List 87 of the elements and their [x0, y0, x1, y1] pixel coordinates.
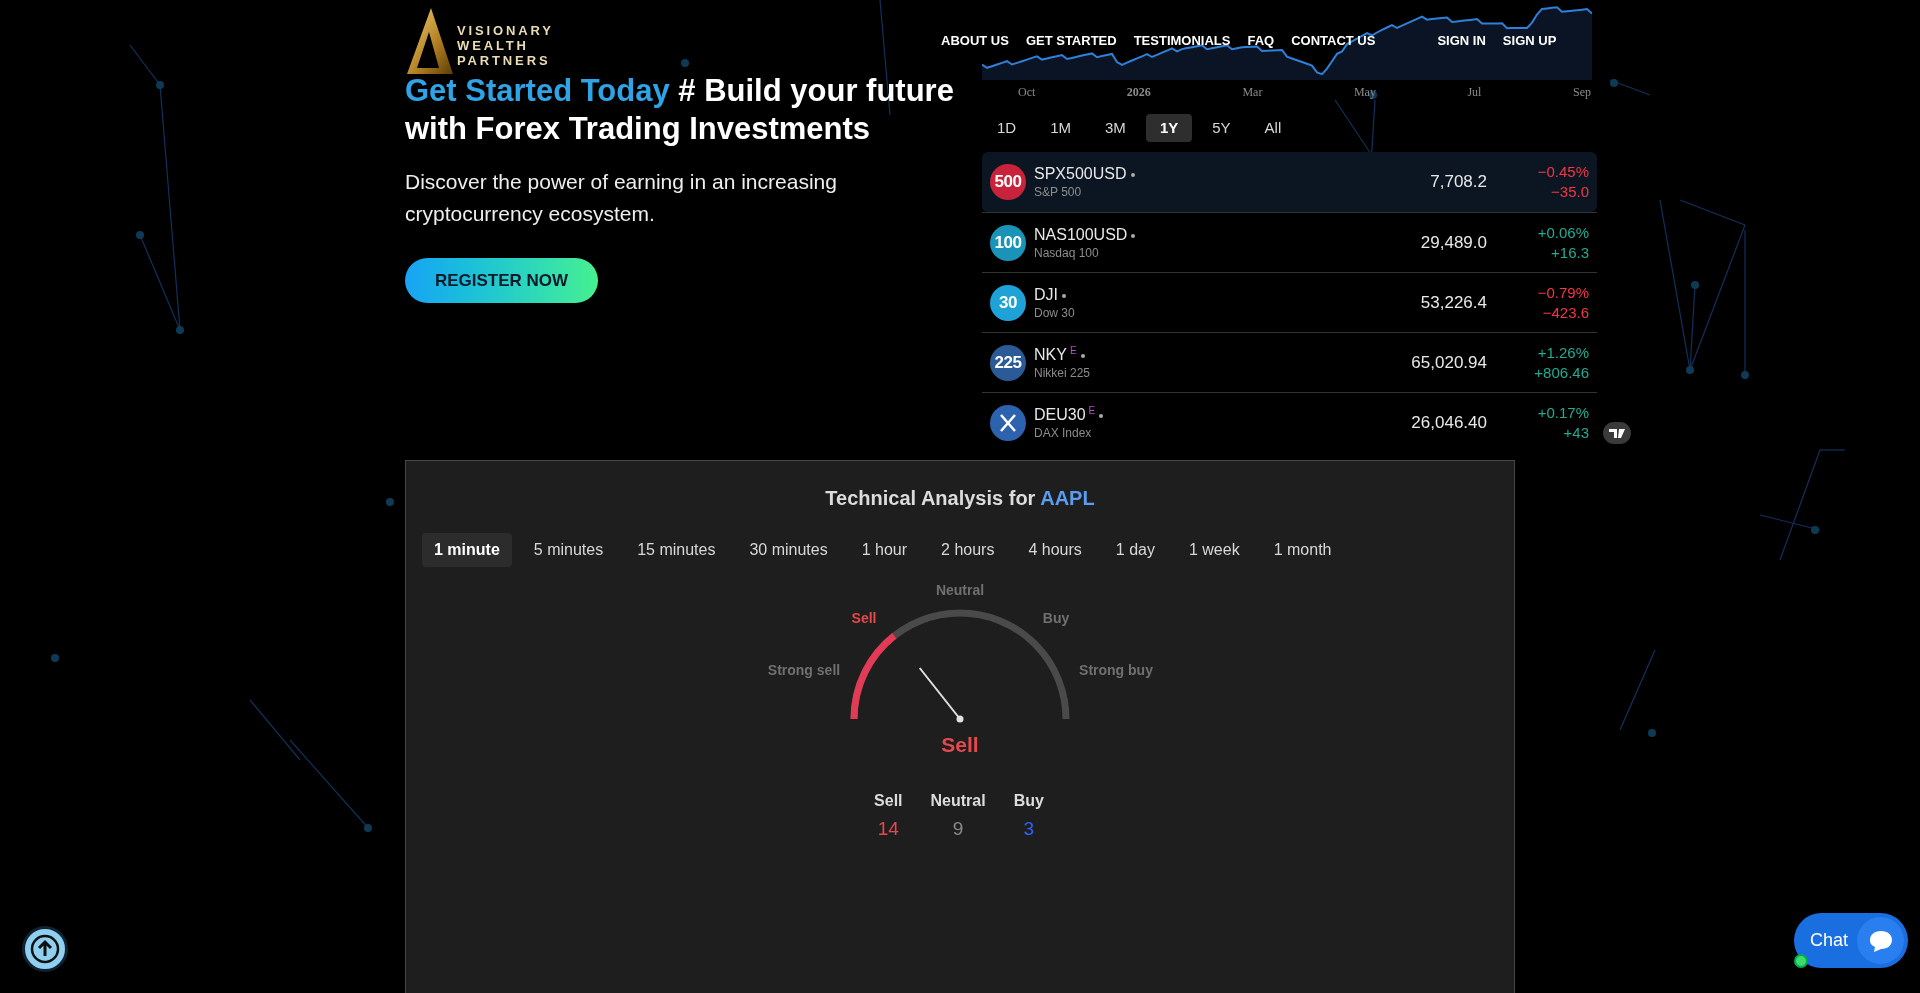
percent-change: −0.79% — [1537, 282, 1589, 303]
gauge-label: Strong buy — [1079, 660, 1153, 680]
axis-label: 2026 — [1126, 84, 1151, 101]
axis-label: Jul — [1467, 84, 1482, 101]
interval-tab[interactable]: 1 week — [1176, 533, 1252, 567]
logo-text: WEALTH — [457, 38, 530, 53]
arrow-up-icon — [30, 934, 60, 964]
rating-result: Sell — [941, 732, 979, 759]
axis-label: Sep — [1573, 84, 1591, 101]
index-badge: 100 — [990, 224, 1026, 261]
chat-button[interactable]: Chat — [1794, 913, 1908, 968]
register-button[interactable]: REGISTER NOW — [405, 258, 598, 303]
symbol-text: NKY — [1034, 344, 1067, 365]
interval-tab[interactable]: 15 minutes — [625, 533, 728, 567]
index-name: Nasdaq 100 — [1034, 244, 1100, 261]
hero-heading: Get Started Today # Build your future with Forex Trading Investments — [405, 72, 955, 148]
nav-link[interactable]: SIGN UP — [1502, 31, 1557, 51]
index-name: Nikkei 225 — [1034, 364, 1091, 381]
interval-tab[interactable]: 1 minute — [422, 533, 512, 567]
panel-title: Technical Analysis for AAPL — [825, 486, 1095, 511]
index-badge: 500 — [990, 164, 1026, 200]
interval-tab[interactable]: 1 month — [1261, 533, 1344, 567]
axis-label: Oct — [1018, 84, 1036, 101]
gauge-label: Buy — [1042, 608, 1070, 628]
price-text: 65,020.94 — [1410, 351, 1487, 374]
price-text: 7,708.2 — [1429, 171, 1487, 194]
price-text: 53,226.4 — [1419, 291, 1487, 314]
hero-subtitle: Discover the power of earning in an increasing cryptocurrency ecosystem. — [405, 169, 838, 227]
cross-logo-icon — [990, 404, 1026, 441]
count-label: Buy — [1013, 791, 1044, 811]
speech-bubble-icon — [1857, 917, 1904, 964]
index-name: DAX Index — [1034, 424, 1093, 441]
percent-change: +0.17% — [1537, 402, 1589, 423]
percent-change: +1.26% — [1537, 342, 1589, 363]
axis-label: May — [1353, 84, 1376, 101]
value-change: −35.0 — [1551, 182, 1589, 202]
range-tab[interactable]: 1Y — [1145, 114, 1193, 142]
percent-change: +0.06% — [1537, 222, 1589, 243]
index-name: S&P 500 — [1034, 184, 1083, 200]
price-text: 29,489.0 — [1419, 231, 1487, 254]
sup-marker: E — [1088, 404, 1096, 417]
gauge-label: Sell — [851, 608, 877, 628]
range-tab[interactable]: 5Y — [1198, 114, 1245, 142]
interval-tab[interactable]: 2 hours — [929, 533, 1007, 567]
sup-marker: E — [1069, 344, 1077, 357]
index-badge: 225 — [990, 344, 1026, 381]
nav-link[interactable]: SIGN IN — [1437, 31, 1486, 51]
interval-tab[interactable]: 1 day — [1103, 533, 1167, 567]
range-tab[interactable]: 1M — [1036, 114, 1086, 142]
symbol-text: DEU30 — [1034, 404, 1086, 425]
nav-link[interactable]: ABOUT US — [941, 31, 1009, 51]
index-badge: 30 — [990, 284, 1026, 321]
nav-link[interactable]: CONTACT US — [1291, 31, 1376, 51]
triangle-logo-icon — [405, 6, 453, 74]
interval-tab[interactable]: 1 hour — [849, 533, 920, 567]
value-change: −423.6 — [1542, 302, 1589, 323]
symbol-text: SPX500USD — [1034, 164, 1127, 184]
gauge-label: Neutral — [935, 580, 985, 600]
logo-text: PARTNERS — [457, 53, 552, 68]
nav-link[interactable]: FAQ — [1247, 31, 1275, 51]
count-value: 14 — [877, 817, 899, 841]
logo-text: VISIONARY — [457, 23, 554, 38]
gauge-label: Strong sell — [767, 660, 841, 680]
range-tab[interactable]: 3M — [1091, 114, 1140, 142]
axis-label: Mar — [1242, 84, 1263, 101]
symbol-text: DJI — [1034, 284, 1058, 305]
value-change: +806.46 — [1534, 362, 1589, 383]
interval-tab[interactable]: 4 hours — [1016, 533, 1094, 567]
index-row[interactable]: 30 DJI Dow 30 53,226.4 −0.79% −423.6 — [982, 272, 1597, 332]
range-tab[interactable]: All — [1250, 114, 1296, 142]
nav-link[interactable]: TESTIMONIALS — [1133, 31, 1231, 51]
scroll-top-button[interactable] — [22, 926, 68, 972]
range-tab[interactable]: 1D — [983, 114, 1031, 142]
value-change: +16.3 — [1551, 242, 1589, 263]
price-text: 26,046.40 — [1410, 411, 1487, 434]
symbol-text: NAS100USD — [1034, 224, 1128, 245]
count-value: 3 — [1023, 817, 1035, 841]
nav-link[interactable]: GET STARTED — [1025, 31, 1117, 51]
interval-tab[interactable]: 30 minutes — [737, 533, 840, 567]
chart-logo-icon — [1603, 422, 1631, 444]
count-value: 9 — [952, 817, 964, 841]
count-label: Sell — [874, 791, 903, 811]
value-change: +43 — [1563, 422, 1589, 443]
count-label: Neutral — [930, 791, 986, 811]
interval-tab[interactable]: 5 minutes — [521, 533, 616, 567]
percent-change: −0.45% — [1537, 162, 1589, 182]
index-name: Dow 30 — [1034, 304, 1075, 321]
